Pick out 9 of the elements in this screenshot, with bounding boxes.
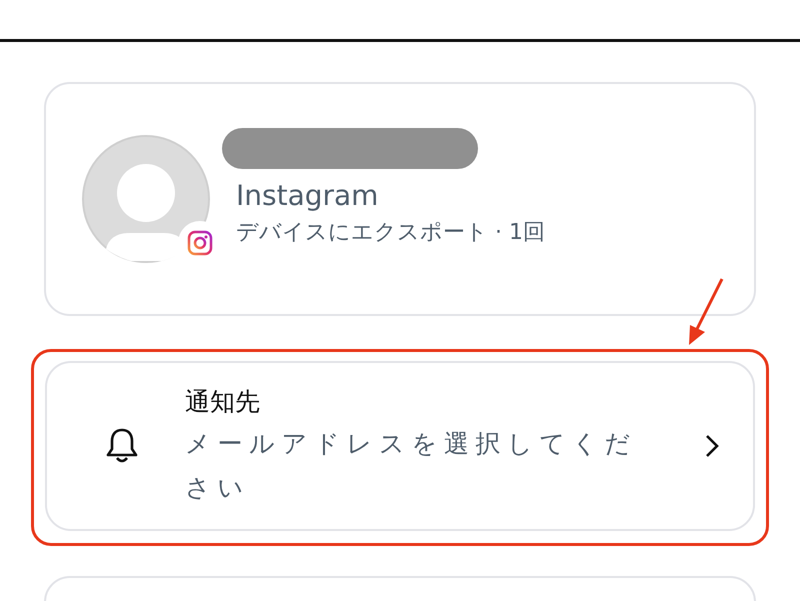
- notification-value: メールアドレスを選択してください: [185, 428, 638, 504]
- camera-logo-icon: [187, 230, 213, 256]
- export-detail: デバイスにエクスポート · 1回: [235, 218, 545, 246]
- notification-target-row[interactable]: 通知先 メールアドレスを選択してください: [45, 361, 755, 531]
- service-name: Instagram: [235, 178, 380, 214]
- chevron-right-icon: [705, 434, 719, 458]
- notification-title: 通知先: [185, 386, 261, 418]
- pointer-arrow: [686, 277, 726, 347]
- bell-icon: [105, 427, 139, 465]
